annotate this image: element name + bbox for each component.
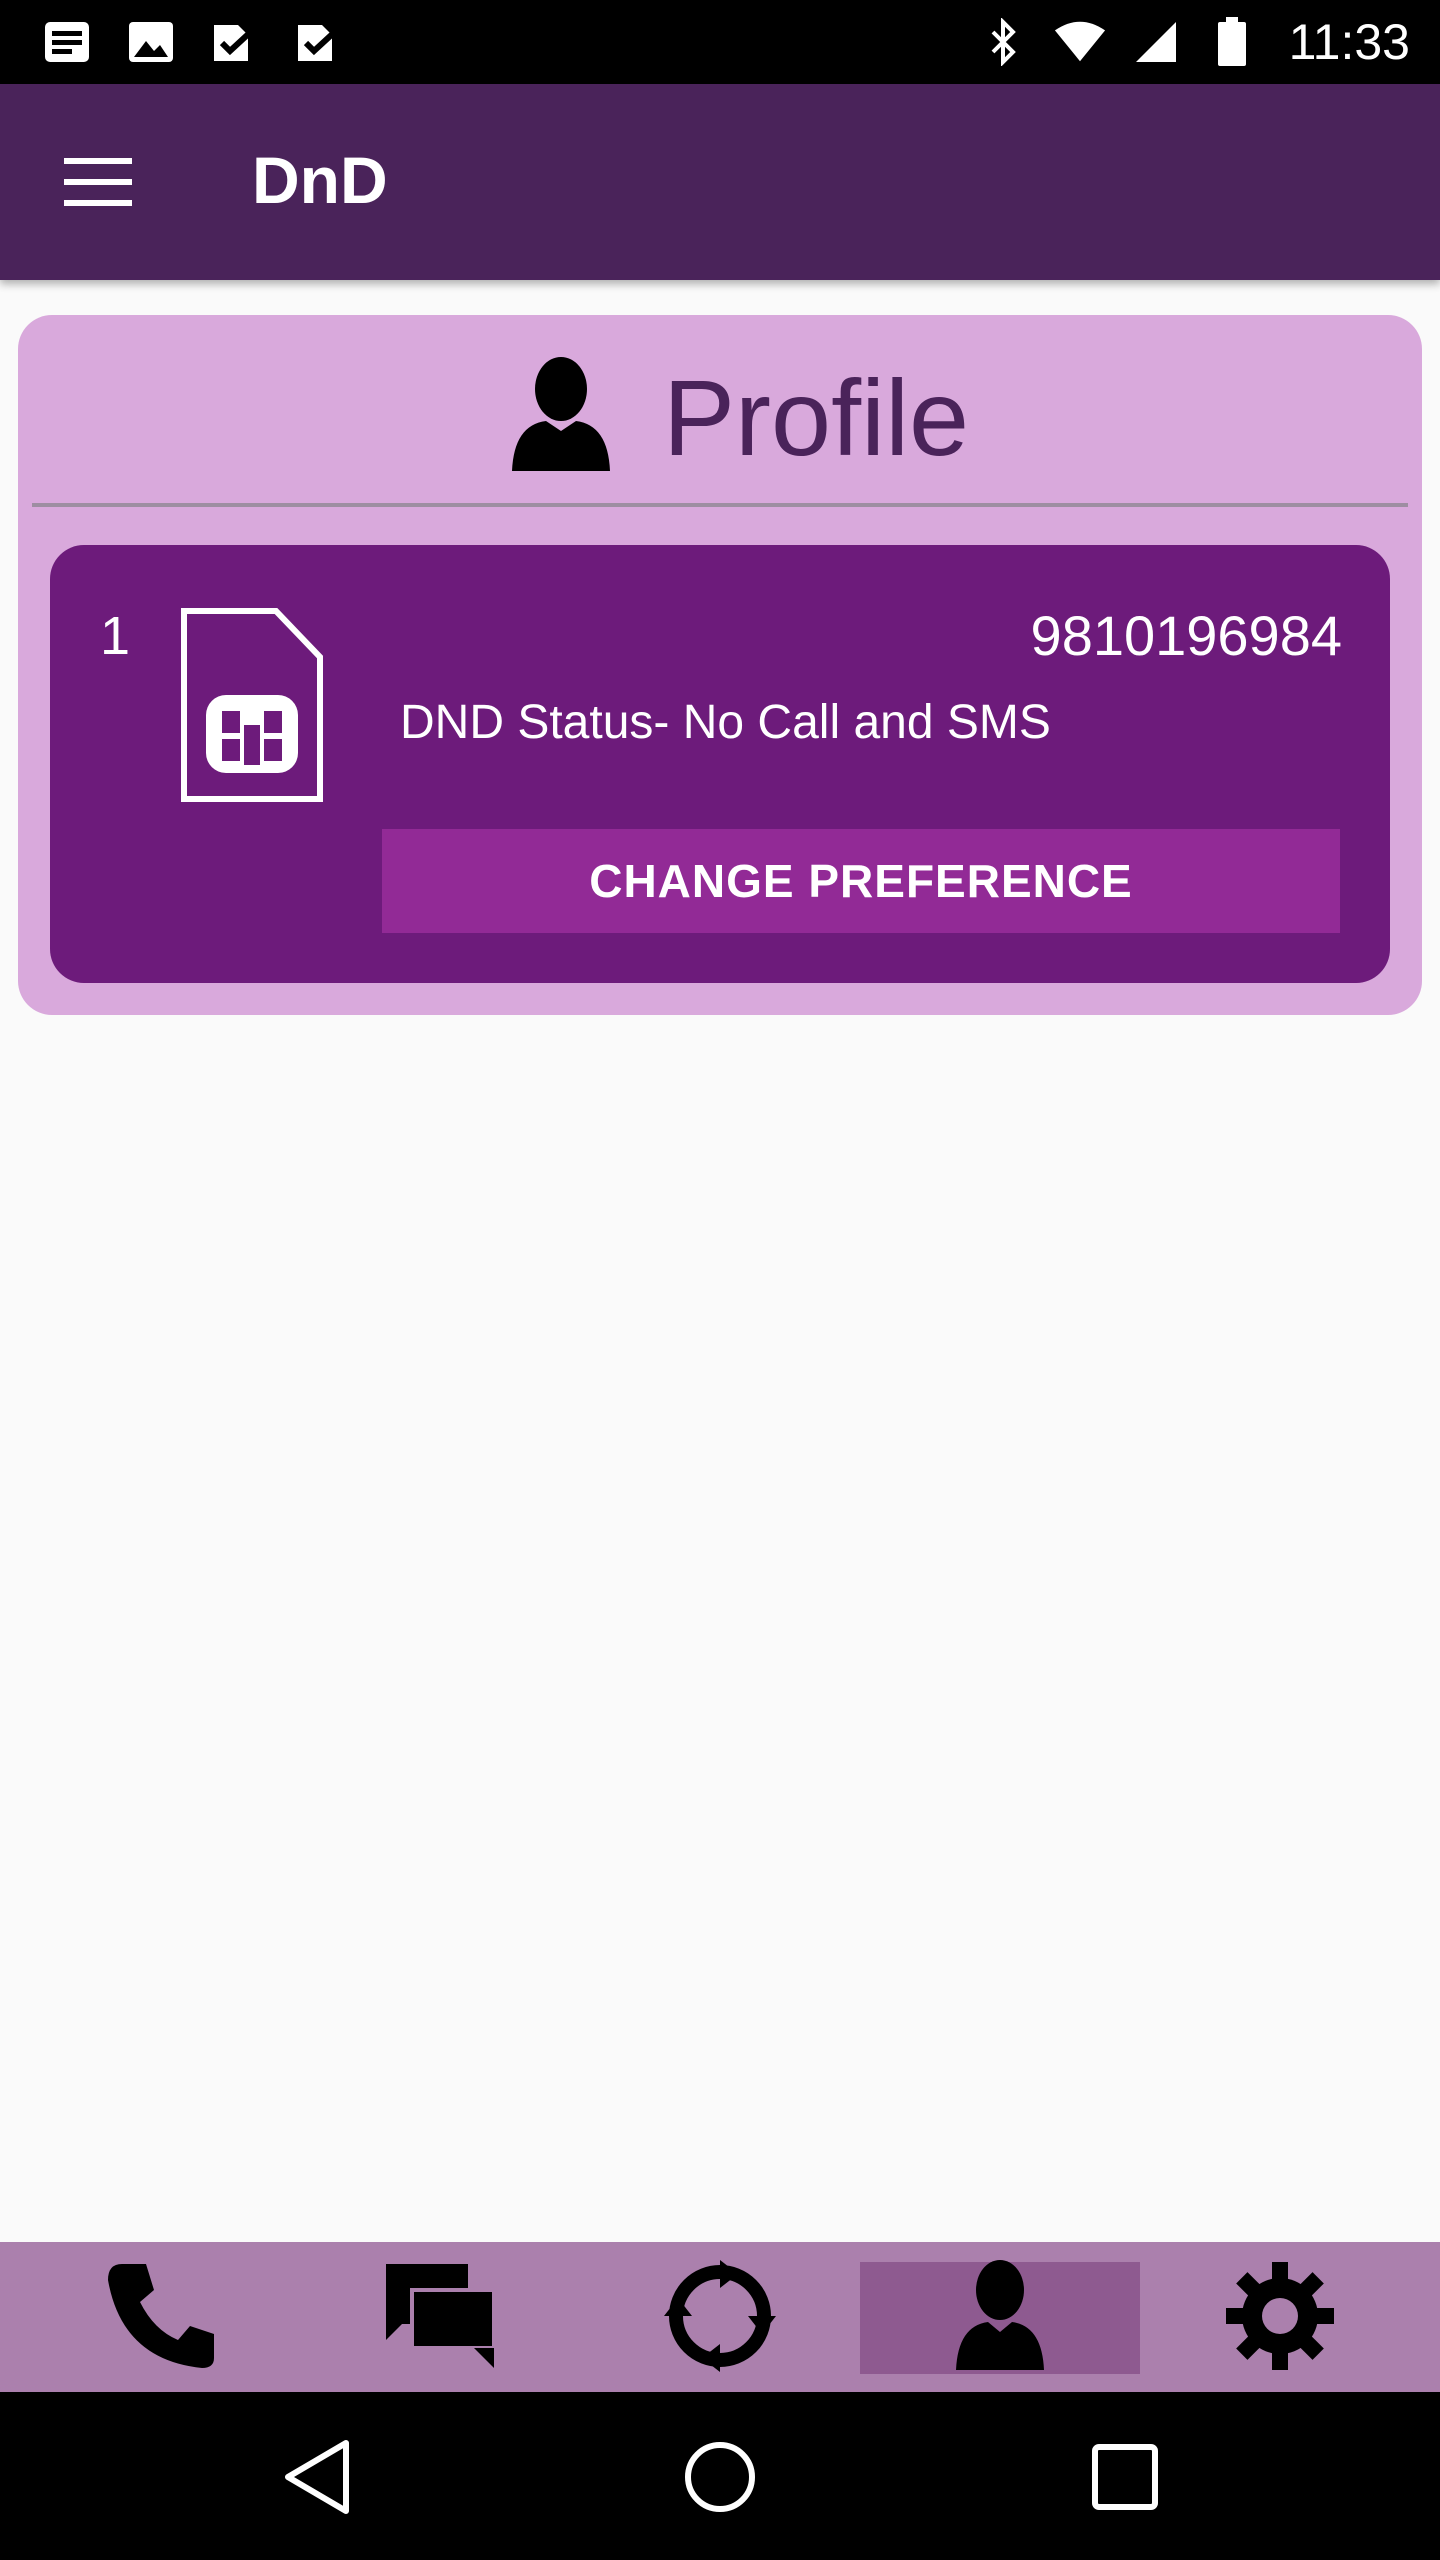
phone-icon <box>102 2260 218 2377</box>
nav-messages[interactable] <box>300 2262 580 2374</box>
battery-icon <box>1205 17 1259 66</box>
person-icon <box>506 355 616 475</box>
back-icon[interactable] <box>272 2432 362 2522</box>
sim-card-icon <box>180 607 324 803</box>
status-clock: 11:33 <box>1288 14 1410 70</box>
dnd-status: DND Status- No Call and SMS <box>400 696 1051 749</box>
profile-card: Profile 1 9810196984 DND Status- No Call… <box>18 315 1422 1015</box>
nav-settings[interactable] <box>1140 2260 1420 2377</box>
divider <box>32 503 1408 507</box>
profile-header: Profile <box>18 315 1422 505</box>
phone-number: 9810196984 <box>1030 604 1342 667</box>
home-icon[interactable] <box>675 2432 765 2522</box>
check-icon <box>208 18 262 66</box>
check-icon <box>292 18 346 66</box>
bottom-navigation <box>0 2242 1440 2392</box>
profile-icon <box>952 2259 1048 2377</box>
app-title: DnD <box>252 143 388 217</box>
chat-icon <box>382 2260 498 2377</box>
notification-icons <box>40 18 346 66</box>
nav-profile[interactable] <box>860 2259 1140 2377</box>
image-icon <box>124 18 178 66</box>
nav-refresh[interactable] <box>580 2259 860 2377</box>
sim-index: 1 <box>100 606 131 666</box>
news-icon <box>40 18 94 66</box>
nav-phone[interactable] <box>20 2262 300 2374</box>
sim-card: 1 9810196984 DND Status- No Call and SMS… <box>50 545 1390 983</box>
change-preference-button[interactable]: CHANGE PREFERENCE <box>382 829 1340 933</box>
refresh-icon <box>664 2259 776 2377</box>
system-navigation-bar <box>0 2392 1440 2560</box>
profile-title: Profile <box>663 357 970 478</box>
system-status-icons: 11:33 <box>977 10 1410 74</box>
app-bar: DnD <box>0 84 1440 280</box>
settings-icon <box>1224 2260 1336 2377</box>
cell-signal-icon <box>1129 18 1183 66</box>
wifi-icon <box>1053 18 1107 66</box>
bluetooth-icon <box>977 18 1031 66</box>
recent-apps-icon[interactable] <box>1080 2432 1170 2522</box>
hamburger-menu-icon[interactable] <box>56 148 140 216</box>
status-bar: 11:33 <box>0 0 1440 84</box>
